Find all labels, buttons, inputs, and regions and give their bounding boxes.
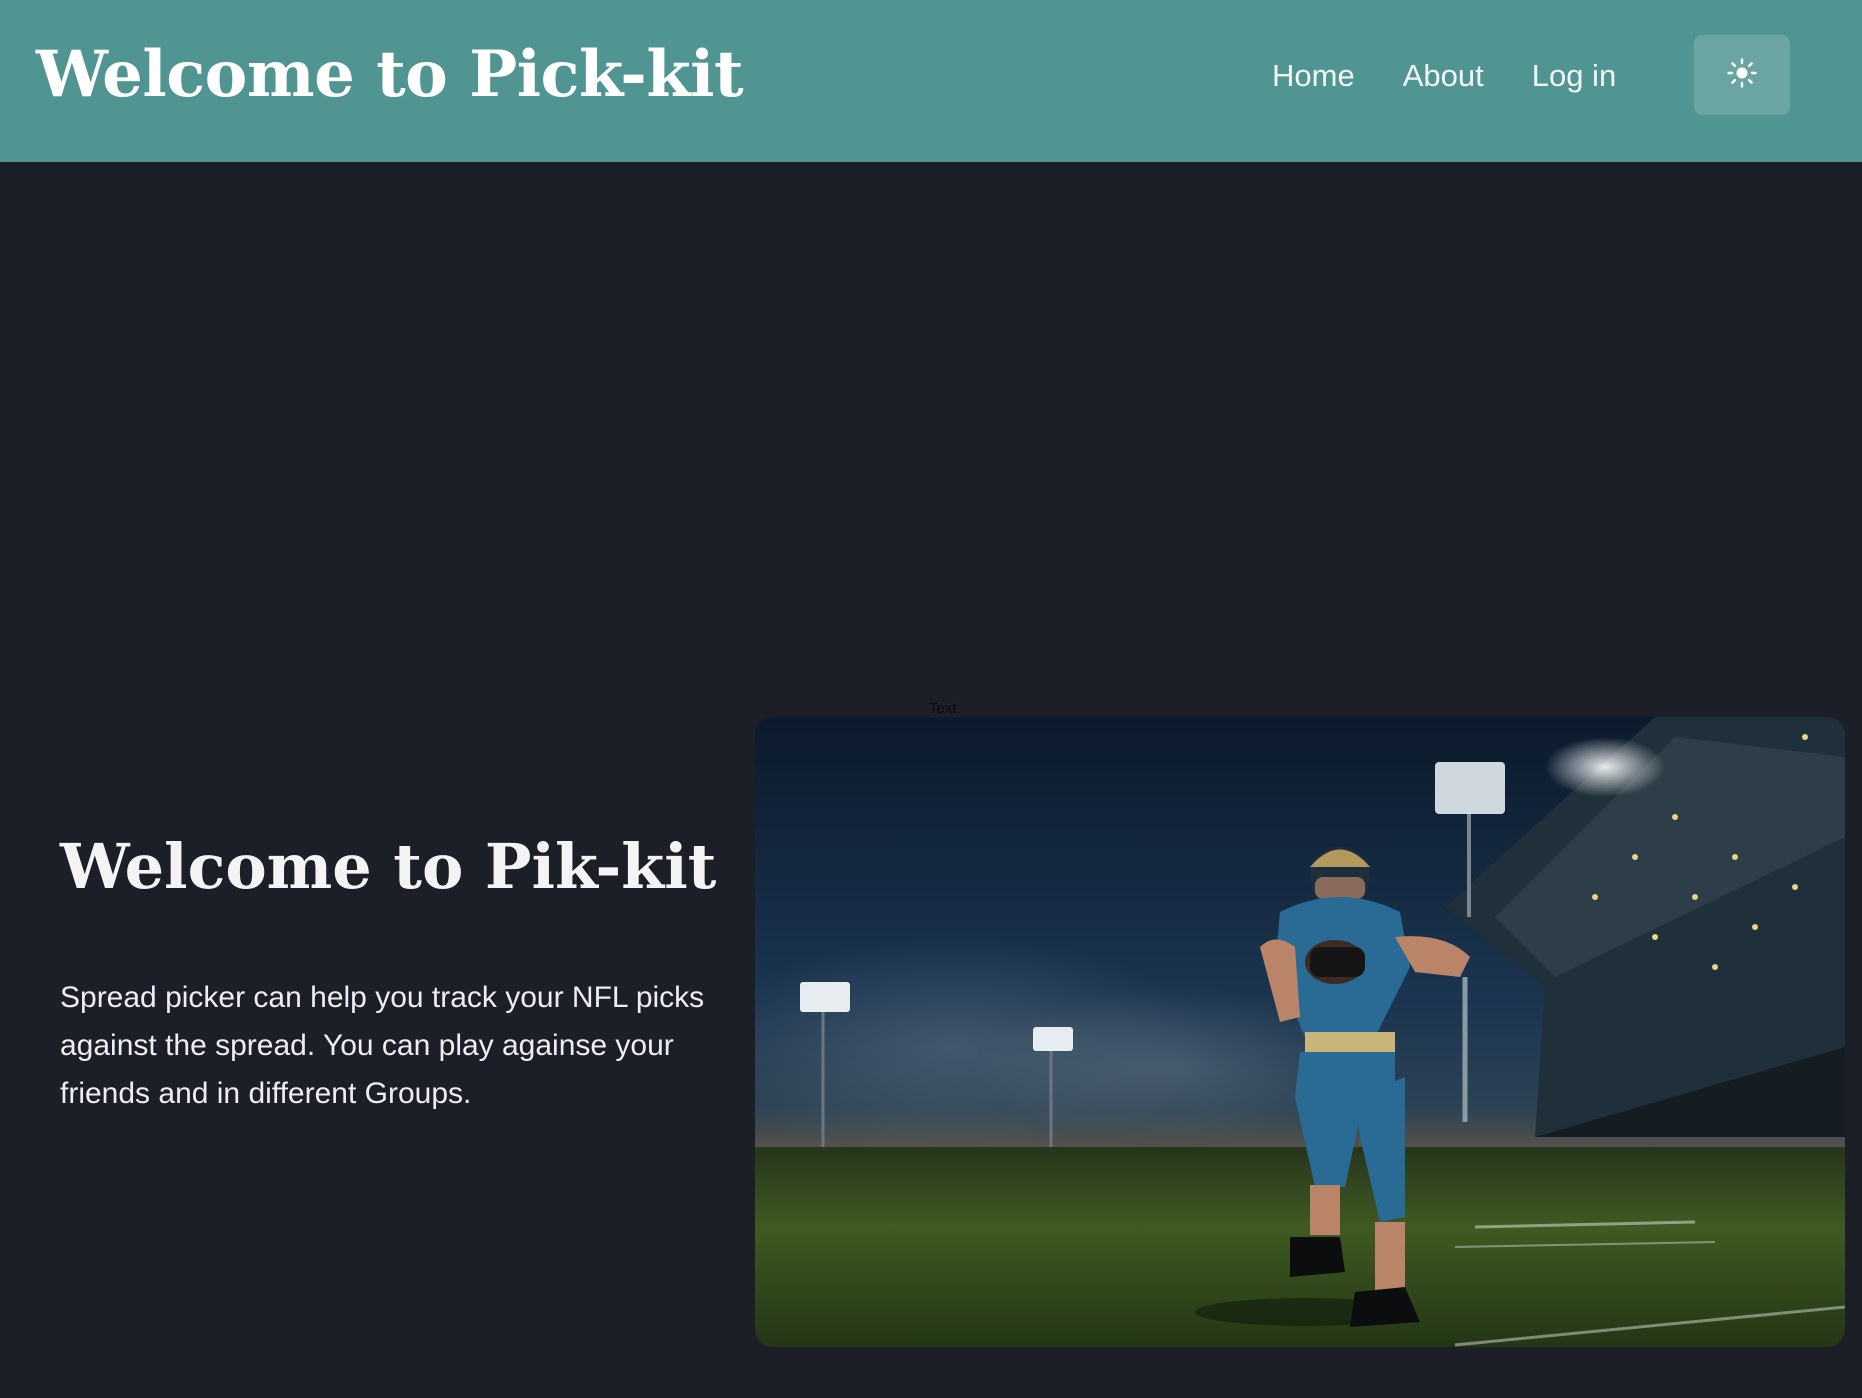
nav-home-link[interactable]: Home (1272, 36, 1355, 116)
main-nav: Home About Log in (1272, 36, 1664, 116)
sun-icon (1727, 57, 1757, 93)
site-title[interactable]: Welcome to Pick-kit (36, 30, 744, 120)
hero-description: Spread picker can help you track your NF… (60, 981, 705, 1110)
theme-toggle-button[interactable] (1694, 35, 1790, 115)
main-content: Welcome to Pik-kit Spread picker can hel… (0, 162, 1862, 1398)
hero-heading: Welcome to Pik-kit (60, 830, 717, 903)
nav-about-link[interactable]: About (1403, 36, 1484, 116)
site-header: Welcome to Pick-kit Home About Log in (0, 0, 1862, 162)
nav-login-link[interactable]: Log in (1532, 36, 1616, 116)
image-caption: Text (929, 700, 957, 717)
football-player-illustration (755, 717, 1845, 1347)
hero-image (755, 717, 1845, 1347)
